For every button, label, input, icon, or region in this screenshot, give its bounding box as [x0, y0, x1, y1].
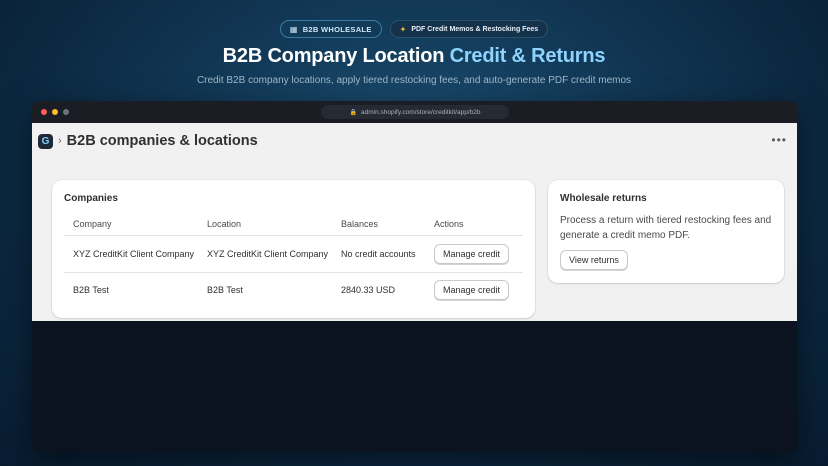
column-header-company: Company [64, 214, 198, 236]
hero-title-main: B2B Company Location [222, 45, 450, 67]
browser-chrome: 🔒 admin.shopify.com/store/creditkit/app/… [32, 101, 797, 123]
wholesale-returns-card: Wholesale returns Process a return with … [548, 180, 784, 283]
lock-icon: 🔒 [349, 109, 357, 116]
badge-row: ▦ B2B WHOLESALE ✦ PDF Credit Memos & Res… [0, 20, 828, 38]
table-header-row: Company Location Balances Actions [64, 214, 523, 236]
companies-card-title: Companies [64, 193, 118, 204]
address-bar[interactable]: 🔒 admin.shopify.com/store/creditkit/app/… [321, 105, 509, 119]
actions-cell: Manage credit [425, 272, 523, 308]
actions-cell: Manage credit [425, 235, 523, 273]
view-returns-button[interactable]: View returns [560, 250, 628, 270]
more-actions-icon[interactable]: ••• [771, 133, 787, 147]
column-header-location: Location [198, 214, 332, 236]
column-header-balances: Balances [332, 214, 425, 236]
hero-title-accent: Credit & Returns [449, 45, 606, 67]
wholesale-returns-description: Process a return with tiered restocking … [560, 215, 772, 241]
pdf-credit-memos-badge: ✦ PDF Credit Memos & Restocking Fees [389, 20, 549, 38]
location-cell: B2B Test [207, 285, 243, 296]
breadcrumb-chevron-icon: › [58, 135, 62, 147]
minimize-window-dot[interactable] [52, 109, 58, 115]
company-cell: B2B Test [73, 285, 109, 296]
close-window-dot[interactable] [41, 109, 47, 115]
balance-cell: 2840.33 USD [341, 285, 396, 296]
app-page: G › B2B companies & locations ••• Compan… [32, 123, 797, 321]
app-logo-icon[interactable]: G [38, 133, 53, 149]
app-header: G › B2B companies & locations ••• [38, 131, 791, 151]
building-icon: ▦ [289, 24, 298, 34]
companies-table: Company Location Balances Actions XYZ Cr… [64, 214, 523, 308]
table-row: XYZ CreditKit Client Company XYZ CreditK… [64, 235, 523, 273]
location-cell: XYZ CreditKit Client Company [198, 235, 332, 273]
browser-window: 🔒 admin.shopify.com/store/creditkit/app/… [32, 101, 797, 452]
hero-subtitle: Credit B2B company locations, apply tier… [196, 75, 632, 86]
address-bar-url: admin.shopify.com/store/creditkit/app/b2… [361, 108, 481, 116]
sparkle-icon: ✦ [399, 24, 407, 34]
hero-title: B2B Company Location Credit & Returns [0, 45, 828, 68]
table-row: B2B Test B2B Test 2840.33 USD Manage cre… [64, 272, 523, 308]
companies-card: Companies Company Location Balances Acti… [52, 180, 535, 318]
b2b-wholesale-badge: ▦ B2B WHOLESALE [279, 20, 382, 38]
manage-credit-button[interactable]: Manage credit [434, 243, 510, 264]
page-title: B2B companies & locations [66, 133, 258, 149]
company-cell: XYZ CreditKit Client Company [64, 235, 198, 273]
pdf-credit-memos-badge-label: PDF Credit Memos & Restocking Fees [411, 25, 539, 33]
balance-cell: No credit accounts [332, 235, 425, 273]
column-header-actions: Actions [425, 214, 523, 236]
b2b-wholesale-badge-label: B2B WHOLESALE [302, 24, 372, 34]
maximize-window-dot[interactable] [63, 109, 69, 115]
wholesale-returns-title: Wholesale returns [560, 193, 647, 204]
manage-credit-button[interactable]: Manage credit [434, 280, 510, 301]
